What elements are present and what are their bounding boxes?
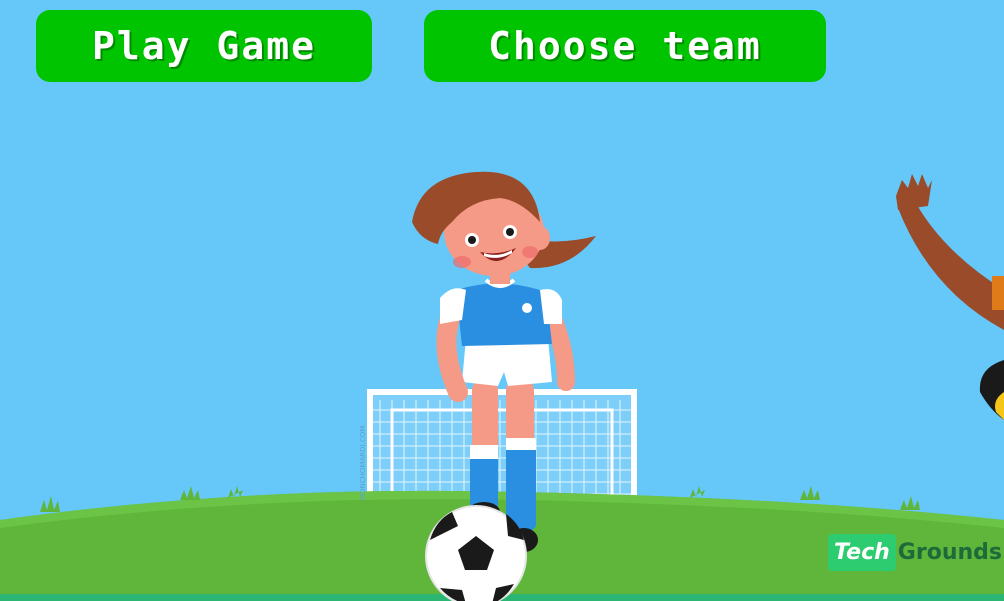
watermark-grounds-label: Grounds [897,540,1002,565]
artist-credit: MONCHOMARDI.COM [359,426,367,500]
game-scene: MONCHOMARDI.COM [0,0,1004,601]
soccer-goal [367,389,637,502]
techgrounds-watermark: Tech Grounds [828,534,1002,571]
soccer-ball [425,505,527,601]
choose-team-button[interactable]: Choose team [424,10,826,82]
watermark-tech-label: Tech [828,534,896,571]
play-game-button[interactable]: Play Game [36,10,372,82]
